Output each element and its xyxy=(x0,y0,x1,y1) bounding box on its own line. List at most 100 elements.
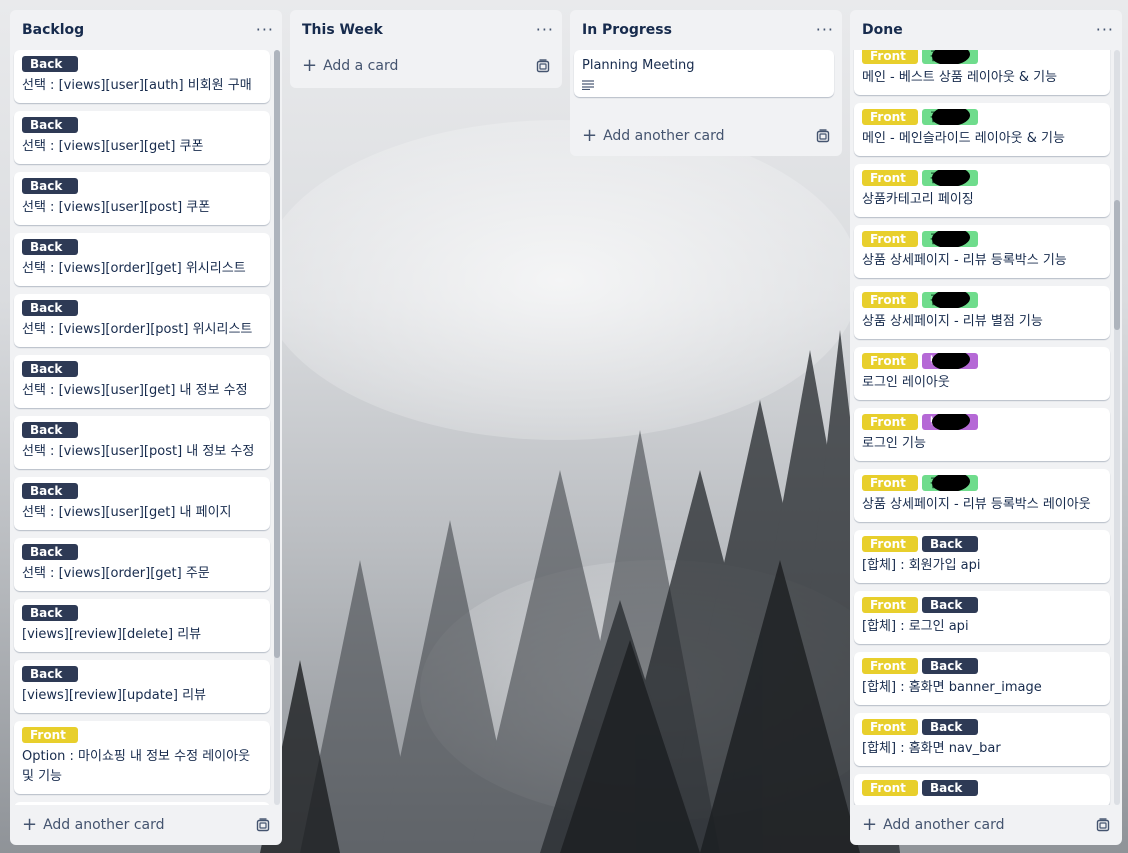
card-labels: Back xyxy=(22,483,262,499)
label-back[interactable]: Back xyxy=(922,780,978,796)
label-back[interactable]: Back xyxy=(22,483,78,499)
card[interactable]: Front 김상품카테고리 페이징 xyxy=(854,164,1110,217)
label-back[interactable]: Back xyxy=(22,666,78,682)
label-back[interactable]: Back xyxy=(22,422,78,438)
label-back[interactable]: Back xyxy=(22,56,78,72)
card[interactable]: Front 김상품 상세페이지 - 리뷰 등록박스 레이아웃 xyxy=(854,469,1110,522)
label-front[interactable]: Front xyxy=(862,597,918,613)
label-green[interactable]: 김 xyxy=(922,50,978,64)
add-card-button[interactable]: + Add another card xyxy=(862,816,1005,834)
label-back[interactable]: Back xyxy=(22,300,78,316)
label-text: Back xyxy=(30,606,63,620)
label-text: Front xyxy=(870,598,906,612)
card-labels: Front Back xyxy=(862,597,1102,613)
label-front[interactable]: Front xyxy=(862,292,918,308)
card[interactable]: Front 김메인 - 메인슬라이드 레이아웃 & 기능 xyxy=(854,103,1110,156)
label-front[interactable]: Front xyxy=(862,414,918,430)
label-front[interactable]: Front xyxy=(862,780,918,796)
card-template-icon[interactable] xyxy=(536,59,550,73)
label-green[interactable]: 김 xyxy=(922,231,978,247)
label-green[interactable]: 김 xyxy=(922,292,978,308)
label-back[interactable]: Back xyxy=(922,597,978,613)
label-back[interactable]: Back xyxy=(22,178,78,194)
scrollbar-thumb[interactable] xyxy=(1114,200,1120,330)
list-title[interactable]: This Week xyxy=(302,22,383,38)
add-card-row: + Add a card xyxy=(290,50,562,82)
label-back[interactable]: Back xyxy=(22,544,78,560)
label-purple[interactable]: 박 xyxy=(922,414,978,430)
label-back[interactable]: Back xyxy=(22,361,78,377)
label-front[interactable]: Front xyxy=(862,719,918,735)
list-title[interactable]: Done xyxy=(862,22,903,38)
card[interactable]: Front 김상품 상세페이지 - 리뷰 별점 기능 xyxy=(854,286,1110,339)
label-front[interactable]: Front xyxy=(862,109,918,125)
card-labels: Back xyxy=(22,666,262,682)
label-green[interactable]: 김 xyxy=(922,170,978,186)
card[interactable]: Planning Meeting xyxy=(574,50,834,97)
card[interactable]: Back 선택 : [views][user][post] 쿠폰 xyxy=(14,172,270,225)
card-title: [views][review][update] 리뷰 xyxy=(22,688,206,703)
label-front[interactable]: Front xyxy=(862,475,918,491)
card[interactable]: Back 선택 : [views][user][get] 쿠폰 xyxy=(14,111,270,164)
label-text: Front xyxy=(870,110,906,124)
more-horizontal-icon[interactable]: ··· xyxy=(816,22,834,38)
plus-icon: + xyxy=(862,814,878,835)
label-text: Back xyxy=(30,118,63,132)
label-green[interactable]: 김 xyxy=(922,109,978,125)
card[interactable]: Back 선택 : [views][user][get] 내 페이지 xyxy=(14,477,270,530)
card[interactable]: Back [views][review][delete] 리뷰 xyxy=(14,599,270,652)
card-template-icon[interactable] xyxy=(256,818,270,832)
scrollbar[interactable] xyxy=(274,50,280,805)
add-card-button[interactable]: + Add a card xyxy=(302,57,398,75)
add-card-button[interactable]: + Add another card xyxy=(22,816,165,834)
label-green[interactable]: 김 xyxy=(922,475,978,491)
card[interactable]: Back 선택 : [views][user][post] 내 정보 수정 xyxy=(14,416,270,469)
card[interactable]: Front 김상품 상세페이지 - 리뷰 등록박스 기능 xyxy=(854,225,1110,278)
more-horizontal-icon[interactable]: ··· xyxy=(256,22,274,38)
scrollbar[interactable] xyxy=(1114,50,1120,805)
label-front[interactable]: Front xyxy=(862,170,918,186)
scrollbar-thumb[interactable] xyxy=(274,50,280,658)
card-template-icon[interactable] xyxy=(1096,818,1110,832)
card[interactable]: Front Back xyxy=(854,774,1110,805)
list-title[interactable]: Backlog xyxy=(22,22,84,38)
label-purple[interactable]: 박 xyxy=(922,353,978,369)
card[interactable]: Front Back [합체] : 홈화면 banner_image xyxy=(854,652,1110,705)
redaction-mark xyxy=(931,475,971,491)
card[interactable]: Front Back [합체] : 홈화면 nav_bar xyxy=(854,713,1110,766)
card[interactable]: Front Option : 마이쇼핑 내 정보 수정 레이아웃 및 기능 xyxy=(14,721,270,794)
label-back[interactable]: Back xyxy=(922,719,978,735)
label-front[interactable]: Front xyxy=(862,231,918,247)
card-labels: Front Back xyxy=(862,536,1102,552)
more-horizontal-icon[interactable]: ··· xyxy=(536,22,554,38)
label-back[interactable]: Back xyxy=(922,536,978,552)
label-back[interactable]: Back xyxy=(922,658,978,674)
label-front[interactable]: Front xyxy=(862,658,918,674)
card[interactable]: Back 선택 : [views][order][post] 위시리스트 xyxy=(14,294,270,347)
card[interactable]: Front xyxy=(14,802,270,805)
card[interactable]: Back [views][review][update] 리뷰 xyxy=(14,660,270,713)
more-horizontal-icon[interactable]: ··· xyxy=(1096,22,1114,38)
label-text: Back xyxy=(930,781,963,795)
card-title: 선택 : [views][user][get] 내 페이지 xyxy=(22,505,232,520)
label-front[interactable]: Front xyxy=(862,536,918,552)
label-front[interactable]: Front xyxy=(22,727,78,743)
label-back[interactable]: Back xyxy=(22,605,78,621)
card[interactable]: Front Back [합체] : 회원가입 api xyxy=(854,530,1110,583)
label-back[interactable]: Back xyxy=(22,239,78,255)
list-title[interactable]: In Progress xyxy=(582,22,672,38)
card[interactable]: Back 선택 : [views][user][auth] 비회원 구매 xyxy=(14,50,270,103)
card[interactable]: Back 선택 : [views][user][get] 내 정보 수정 xyxy=(14,355,270,408)
card[interactable]: Back 선택 : [views][order][get] 주문 xyxy=(14,538,270,591)
card-template-icon[interactable] xyxy=(816,129,830,143)
label-back[interactable]: Back xyxy=(22,117,78,133)
label-text: Front xyxy=(870,50,906,63)
card[interactable]: Front 김메인 - 베스트 상품 레이아웃 & 기능 xyxy=(854,50,1110,95)
card[interactable]: Back 선택 : [views][order][get] 위시리스트 xyxy=(14,233,270,286)
add-card-button[interactable]: + Add another card xyxy=(582,127,725,145)
label-front[interactable]: Front xyxy=(862,50,918,64)
card[interactable]: Front 박로그인 레이아웃 xyxy=(854,347,1110,400)
card[interactable]: Front Back [합체] : 로그인 api xyxy=(854,591,1110,644)
card[interactable]: Front 박로그인 기능 xyxy=(854,408,1110,461)
label-front[interactable]: Front xyxy=(862,353,918,369)
